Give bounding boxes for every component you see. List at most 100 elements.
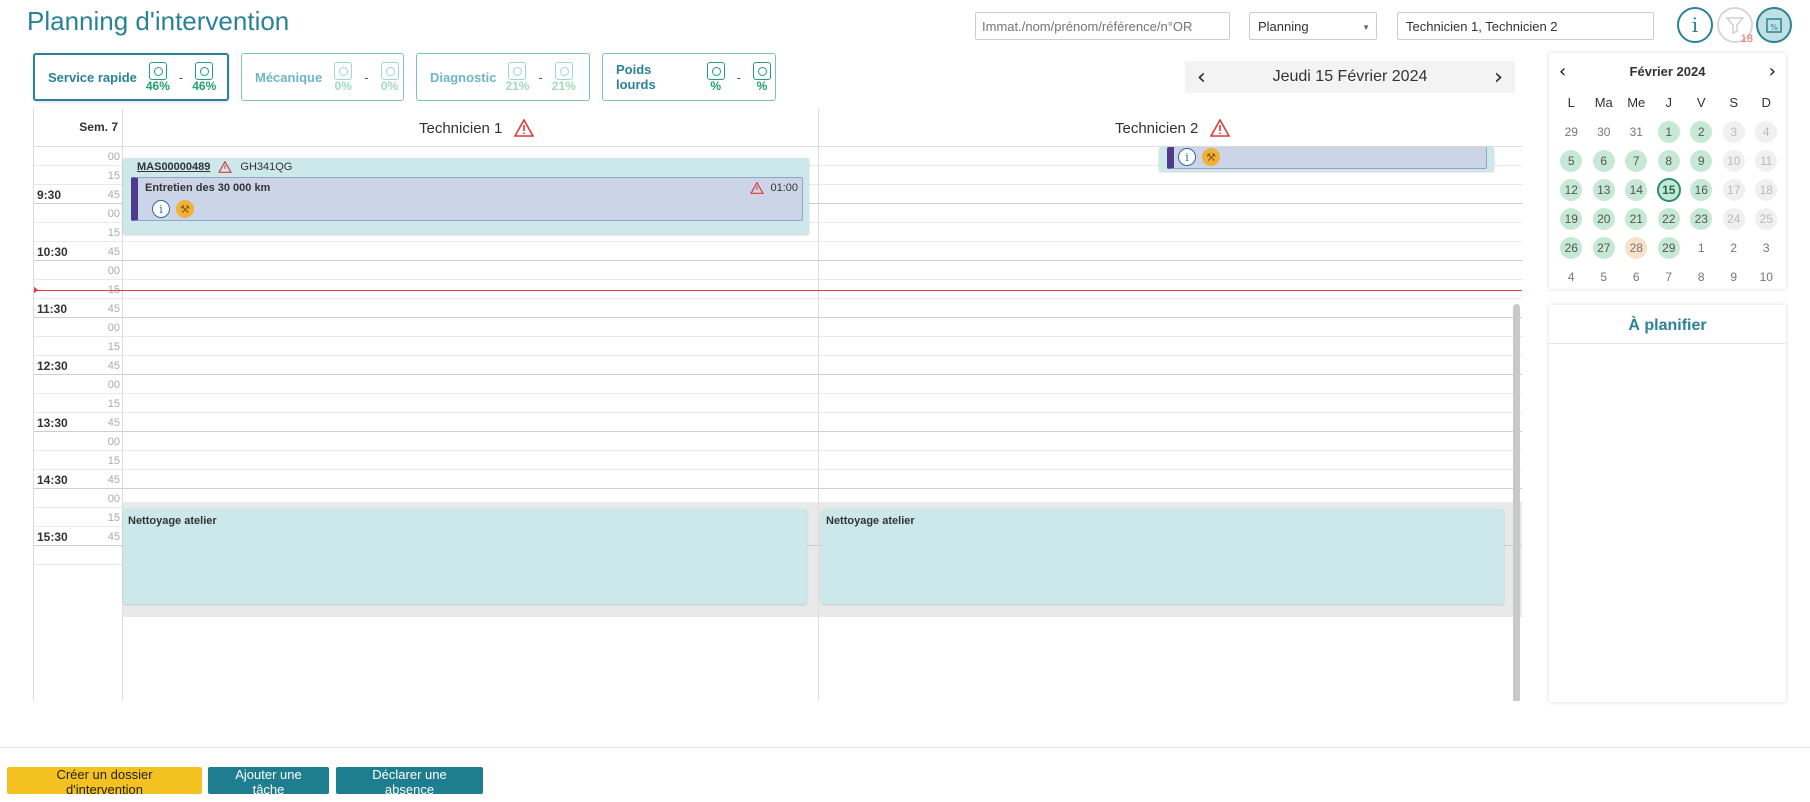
calendar-day[interactable]: 18 [1750,175,1783,204]
calendar-day[interactable]: 27 [1588,233,1621,262]
time-row[interactable]: 00 [34,432,1522,451]
calendar-day[interactable]: 5 [1588,262,1621,291]
calendar-day[interactable]: 29 [1555,117,1588,146]
category-value: 21% [551,78,576,93]
calendar-day[interactable]: 30 [1588,117,1621,146]
calendar-day[interactable]: 6 [1620,262,1653,291]
time-row[interactable]: 10:30 45 [34,242,1522,261]
calendar-day-number: 5 [1560,149,1583,172]
time-row[interactable]: 00 [34,261,1522,280]
calendar-day-number: 13 [1592,178,1615,201]
calendar-day[interactable]: 4 [1555,262,1588,291]
category-card-mecanique[interactable]: Mécanique 0% - 0% [241,53,404,101]
calendar-day[interactable]: 17 [1718,175,1751,204]
calendar-day[interactable]: 21 [1620,204,1653,233]
calendar-day[interactable]: 3 [1750,233,1783,262]
next-month-button[interactable]: › [1769,61,1776,82]
info-button[interactable]: i [1677,7,1713,43]
declare-absence-button[interactable]: Déclarer une absence [336,767,483,797]
percentage-view-button[interactable]: % [1756,7,1792,43]
calendar-day[interactable]: 6 [1588,146,1621,175]
calendar-day[interactable]: 8 [1685,262,1718,291]
calendar-day[interactable]: 8 [1653,146,1686,175]
category-card-poids-lourds[interactable]: Poids lourds % - % [602,53,776,101]
vertical-scrollbar[interactable] [1513,304,1520,701]
time-row[interactable]: 13:30 45 [34,413,1522,432]
task-block[interactable]: i ⚒ [1167,147,1487,169]
technician-select[interactable]: Technicien 1, Technicien 2 [1397,12,1654,40]
calendar-day[interactable]: 4 [1750,117,1783,146]
calendar-day[interactable]: 26 [1555,233,1588,262]
minute-label: 15 [107,398,120,410]
calendar-day[interactable]: 1 [1685,233,1718,262]
hour-label: 11:30 [37,302,68,316]
calendar-day[interactable]: 10 [1718,146,1751,175]
calendar-day-number: 3 [1762,240,1770,255]
cleaning-block-technicien-1[interactable]: Nettoyage atelier [123,509,807,604]
calendar-day[interactable]: 29 [1653,233,1686,262]
create-intervention-button[interactable]: Créer un dossier d'intervention [7,767,202,797]
calendar-day-number: 4 [1755,120,1778,143]
minute-label: 15 [107,512,120,524]
calendar-day[interactable]: 13 [1588,175,1621,204]
view-select[interactable]: Planning ▼ [1249,12,1377,40]
calendar-day[interactable]: 19 [1555,204,1588,233]
time-row[interactable]: 00 [34,318,1522,337]
calendar-day[interactable]: 20 [1588,204,1621,233]
category-card-diagnostic[interactable]: Diagnostic 21% - 21% [416,53,590,101]
hour-label: 15:30 [37,530,68,544]
category-value: 0% [334,78,352,93]
calendar-day[interactable]: 12 [1555,175,1588,204]
time-row[interactable]: 15 [34,337,1522,356]
calendar-day[interactable]: 23 [1685,204,1718,233]
intervention-reference[interactable]: MAS00000489 [137,161,210,173]
calendar-day[interactable]: 7 [1653,262,1686,291]
info-icon[interactable]: i [152,200,170,218]
info-icon[interactable]: i [1178,148,1196,166]
time-row[interactable]: 14:30 45 [34,470,1522,489]
add-task-button[interactable]: Ajouter une tâche [208,767,329,797]
time-row[interactable]: 00 [34,489,1522,508]
calendar-day[interactable]: 10 [1750,262,1783,291]
minute-label: 15 [107,227,120,239]
calendar-day[interactable]: 9 [1718,262,1751,291]
mini-calendar: ‹ Février 2024 › L Ma Me J V S D 29 30 31 1 2 3 4 5 6 7… [1549,53,1786,289]
calendar-day[interactable]: 14 [1620,175,1653,204]
time-row[interactable]: 15 [34,394,1522,413]
calendar-day[interactable]: 2 [1685,117,1718,146]
calendar-day[interactable]: 31 [1620,117,1653,146]
calendar-day[interactable]: 1 [1653,117,1686,146]
search-input[interactable] [975,12,1230,40]
calendar-day-number: 4 [1567,269,1575,284]
calendar-day[interactable]: 16 [1685,175,1718,204]
time-row[interactable]: 15 [34,451,1522,470]
cleaning-block-technicien-2[interactable]: Nettoyage atelier [821,509,1504,604]
calendar-day-number: 10 [1722,149,1745,172]
calendar-percent-icon: % [1766,18,1782,33]
calendar-day[interactable]: 9 [1685,146,1718,175]
calendar-day[interactable]: 15 [1653,175,1686,204]
minute-label: 00 [107,151,120,163]
calendar-day[interactable]: 28 [1620,233,1653,262]
time-row[interactable]: 00 [34,375,1522,394]
time-row[interactable]: 11:30 45 [34,299,1522,318]
intervention-card[interactable]: MAS00000489 GH341QG Entretien des 30 000… [123,158,809,234]
calendar-day[interactable]: 7 [1620,146,1653,175]
previous-day-button[interactable]: ‹ [1197,65,1206,90]
calendar-day[interactable]: 3 [1718,117,1751,146]
calendar-day[interactable]: 25 [1750,204,1783,233]
calendar-day[interactable]: 5 [1555,146,1588,175]
category-card-service-rapide[interactable]: Service rapide 46% - 46% [33,53,229,101]
calendar-day[interactable]: 11 [1750,146,1783,175]
filter-button[interactable]: 18 [1717,7,1753,45]
task-block[interactable]: Entretien des 30 000 km 01:00 i ⚒ [131,177,803,221]
previous-month-button[interactable]: ‹ [1559,61,1566,82]
gauge-icon [508,61,527,80]
next-day-button[interactable]: › [1494,65,1503,90]
time-row[interactable]: 12:30 45 [34,356,1522,375]
cleaning-label: Nettoyage atelier [128,515,217,527]
event-card-partial[interactable]: i ⚒ [1159,147,1494,171]
calendar-day[interactable]: 22 [1653,204,1686,233]
calendar-day[interactable]: 24 [1718,204,1751,233]
calendar-day[interactable]: 2 [1718,233,1751,262]
